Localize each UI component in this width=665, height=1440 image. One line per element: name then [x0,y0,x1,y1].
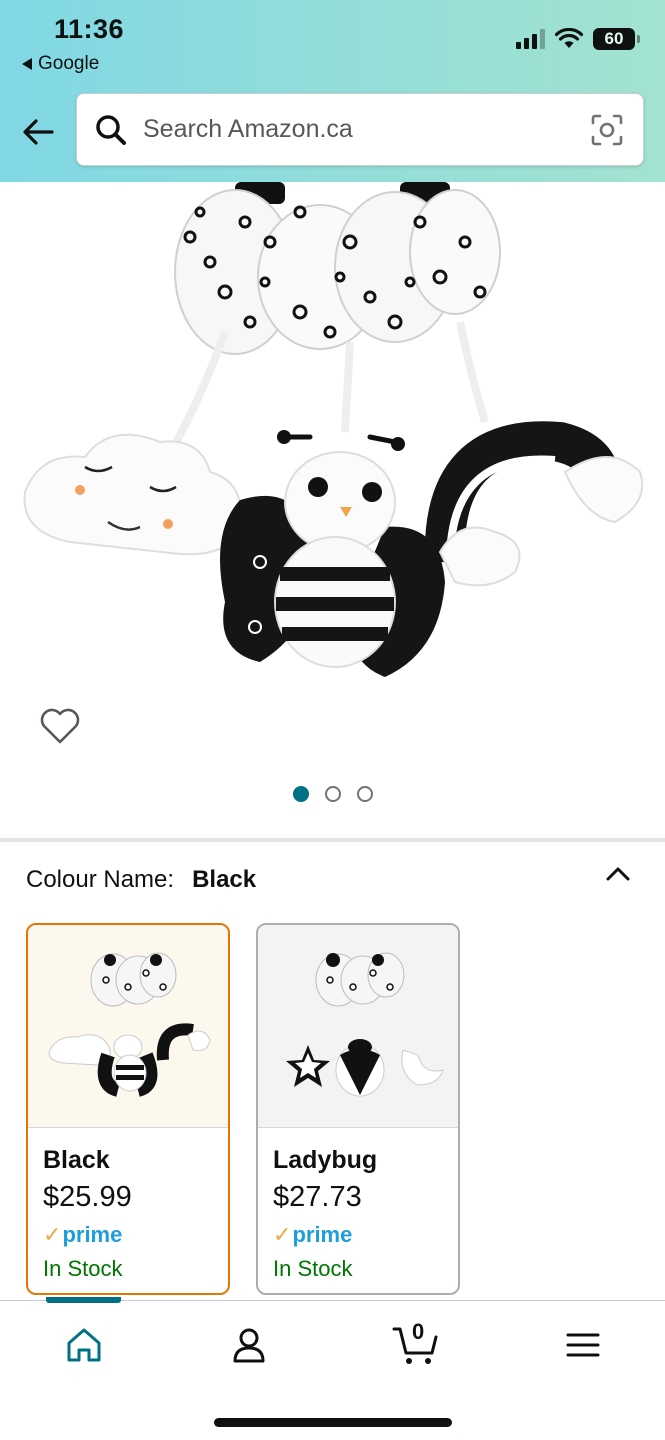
colour-selector-header: Colour Name: Black [26,866,256,894]
status-time: 11:36 [54,14,125,44]
prime-badge: ✓ prime [273,1222,443,1248]
back-app-label: Google [38,53,100,74]
active-tab-indicator [46,1297,121,1303]
stock-status: In Stock [43,1256,123,1281]
prime-check-icon: ✓ [43,1222,62,1247]
variant-price: $25.99 [43,1181,132,1213]
carousel-dot-1[interactable] [292,786,309,802]
cart-count: 0 [412,1319,425,1344]
back-triangle-icon [22,58,32,70]
bottom-navigation: 0 [0,1297,665,1440]
variant-price: $27.73 [273,1181,362,1213]
search-bar[interactable]: Search Amazon.ca [76,93,644,166]
product-photo [23,182,644,677]
variant-swatch-black[interactable]: Black $25.99 ✓ prime In Stock [26,923,230,1295]
variant-thumbnail [258,925,458,1128]
cellular-signal-icon [516,29,545,49]
wishlist-heart-icon[interactable] [38,704,82,748]
wifi-icon [555,28,583,48]
colour-value: Black [192,866,257,893]
account-icon[interactable] [227,1323,271,1367]
variant-swatch-ladybug[interactable]: Ladybug $27.73 ✓ prime In Stock [256,923,460,1295]
variant-name: Black [43,1146,110,1174]
back-to-app-link[interactable]: Google [22,53,99,75]
variant-name: Ladybug [273,1146,378,1174]
prime-badge: ✓ prime [43,1222,213,1248]
status-icons: 60 [516,28,640,50]
prime-label: prime [292,1222,353,1247]
menu-icon[interactable] [561,1323,605,1367]
carousel-dot-3[interactable] [356,786,373,802]
app-header: 11:36 Google 60 Search Amazon.ca [0,0,665,182]
camera-search-icon[interactable] [589,112,625,148]
colour-label: Colour Name: [26,866,175,893]
section-divider [0,838,665,842]
product-image[interactable] [0,182,665,702]
stock-status: In Stock [273,1256,353,1281]
variant-thumbnail [28,925,228,1128]
home-icon[interactable] [62,1323,106,1367]
search-icon [96,114,126,145]
prime-check-icon: ✓ [273,1222,292,1247]
battery-icon: 60 [593,28,640,50]
home-indicator [214,1418,452,1427]
back-arrow-icon[interactable] [20,114,56,150]
battery-level: 60 [604,29,624,48]
search-input[interactable]: Search Amazon.ca [143,115,589,144]
cart-button[interactable]: 0 [392,1319,440,1367]
carousel-dot-2[interactable] [324,786,341,802]
image-carousel-dots[interactable] [0,786,665,802]
chevron-up-icon[interactable] [604,862,632,886]
prime-label: prime [62,1222,123,1247]
